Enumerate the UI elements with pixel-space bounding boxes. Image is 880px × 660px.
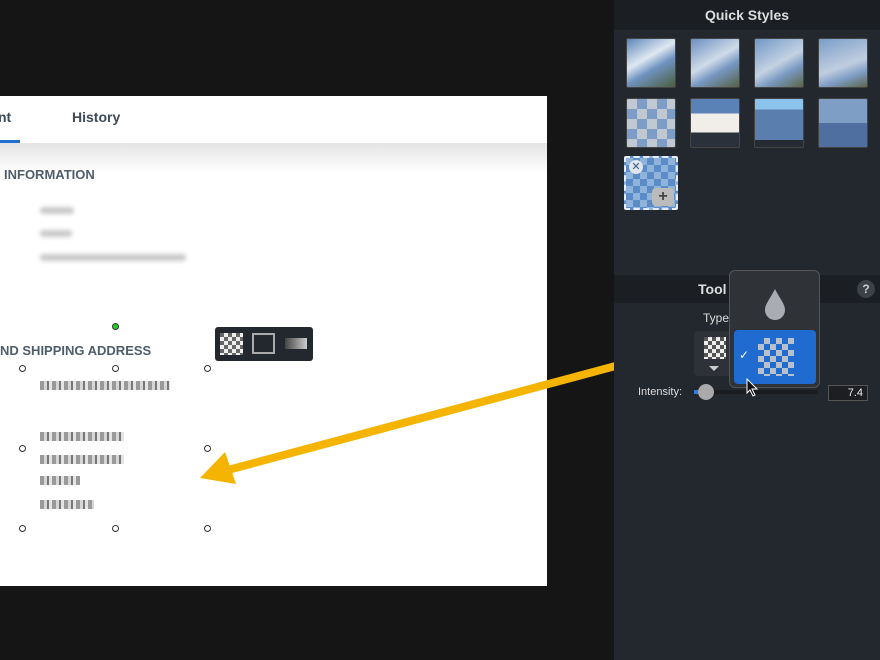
custom-quick-style-tile[interactable]: ✕ + [624, 156, 678, 210]
quick-styles-title: Quick Styles [614, 0, 880, 30]
quick-style-tile[interactable] [818, 38, 868, 88]
quick-style-tile[interactable] [626, 38, 676, 88]
quick-style-tile[interactable] [690, 98, 740, 148]
type-label: Type [703, 311, 730, 325]
quick-style-tile[interactable] [754, 38, 804, 88]
dropdown-option-blur[interactable] [734, 275, 816, 327]
quick-style-tile[interactable] [626, 98, 676, 148]
pixelate-icon [758, 338, 794, 376]
add-style-icon[interactable]: + [652, 188, 674, 206]
remove-style-icon[interactable]: ✕ [629, 160, 643, 174]
dropdown-option-pixelate[interactable]: ✓ [734, 330, 816, 384]
chevron-down-icon [709, 366, 719, 376]
help-icon[interactable]: ? [857, 280, 875, 298]
mouse-cursor-icon [746, 378, 759, 397]
blur-drop-icon [765, 289, 785, 320]
intensity-label: Intensity: [638, 386, 683, 398]
slider-thumb[interactable] [698, 384, 714, 400]
type-selector[interactable] [694, 331, 734, 376]
pixelate-icon [704, 337, 726, 359]
type-dropdown: ✓ [729, 270, 820, 388]
active-tab-indicator [0, 140, 20, 143]
tab-current[interactable]: nt [0, 109, 11, 125]
tab-bar: nt History [0, 96, 547, 143]
quick-style-tile[interactable] [754, 98, 804, 148]
tool-title: Tool [698, 281, 727, 297]
quick-style-tile[interactable] [818, 98, 868, 148]
quick-style-tile[interactable] [690, 38, 740, 88]
tab-history[interactable]: History [72, 109, 120, 125]
intensity-field[interactable]: 7.4 [828, 385, 868, 401]
check-icon: ✓ [739, 348, 750, 362]
